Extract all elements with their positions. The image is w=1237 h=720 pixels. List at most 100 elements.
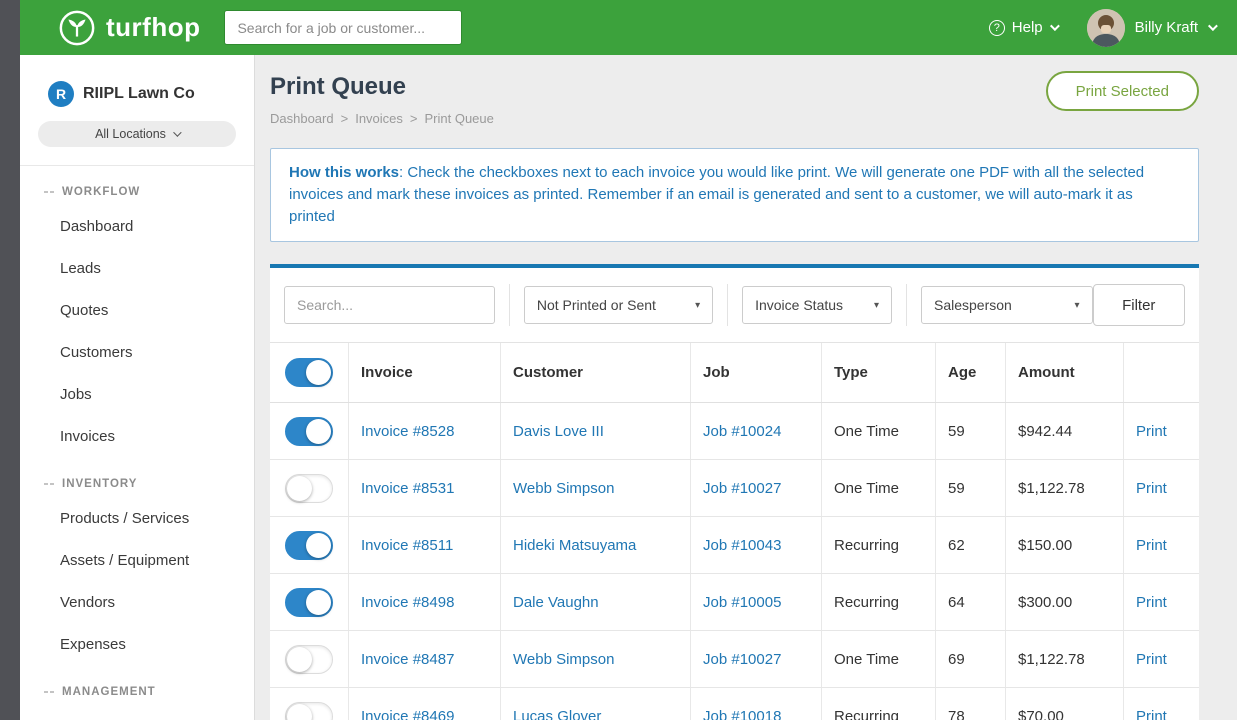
section-header-workflow: WORKFLOW (20, 166, 254, 206)
filter-separator (906, 284, 907, 326)
sidebar-item-invoices[interactable]: Invoices (20, 416, 254, 458)
location-filter-dropdown[interactable]: All Locations (38, 121, 236, 147)
amount-cell: $300.00 (1006, 574, 1124, 630)
job-link[interactable]: Job #10024 (703, 423, 781, 440)
help-circle-icon: ? (989, 20, 1005, 36)
table-row: Invoice #8487 Webb Simpson Job #10027 On… (270, 631, 1199, 688)
section-header-reports: REPORTS (20, 706, 254, 720)
amount-cell: $150.00 (1006, 517, 1124, 573)
row-select-toggle[interactable] (285, 474, 333, 503)
printed-status-value: Not Printed or Sent (537, 297, 656, 313)
amount-cell: $70.00 (1006, 688, 1124, 720)
table-header: Invoice Customer Job Type Age Amount (270, 343, 1199, 403)
help-menu[interactable]: ? Help (989, 19, 1057, 36)
table-row: Invoice #8511 Hideki Matsuyama Job #1004… (270, 517, 1199, 574)
col-customer: Customer (501, 343, 691, 402)
table-row: Invoice #8498 Dale Vaughn Job #10005 Rec… (270, 574, 1199, 631)
amount-cell: $942.44 (1006, 403, 1124, 459)
customer-link[interactable]: Lucas Glover (513, 708, 601, 720)
location-filter-label: All Locations (95, 127, 166, 141)
print-link[interactable]: Print (1136, 423, 1167, 440)
customer-link[interactable]: Hideki Matsuyama (513, 537, 636, 554)
sidebar-item-vendors[interactable]: Vendors (20, 582, 254, 624)
sidebar-item-customers[interactable]: Customers (20, 332, 254, 374)
invoice-link[interactable]: Invoice #8528 (361, 423, 454, 440)
print-queue-card: Not Printed or Sent ▾ Invoice Status ▾ S… (270, 264, 1199, 720)
caret-down-icon: ▾ (695, 300, 700, 311)
print-link[interactable]: Print (1136, 480, 1167, 497)
filter-button[interactable]: Filter (1093, 284, 1185, 326)
brand[interactable]: turfhop (58, 9, 200, 47)
invoice-link[interactable]: Invoice #8511 (361, 537, 453, 554)
table-row: Invoice #8469 Lucas Glover Job #10018 Re… (270, 688, 1199, 720)
sidebar-item-expenses[interactable]: Expenses (20, 624, 254, 666)
section-dashes-icon (44, 191, 48, 193)
print-link[interactable]: Print (1136, 594, 1167, 611)
sidebar-item-leads[interactable]: Leads (20, 248, 254, 290)
col-job: Job (691, 343, 822, 402)
invoice-link[interactable]: Invoice #8498 (361, 594, 454, 611)
job-link[interactable]: Job #10043 (703, 537, 781, 554)
brand-name: turfhop (106, 12, 200, 43)
type-cell: Recurring (822, 688, 936, 720)
invoice-link[interactable]: Invoice #8469 (361, 708, 454, 720)
type-cell: One Time (822, 460, 936, 516)
sidebar-item-jobs[interactable]: Jobs (20, 374, 254, 416)
age-cell: 69 (936, 631, 1006, 687)
sidebar-item-products-services[interactable]: Products / Services (20, 498, 254, 540)
customer-link[interactable]: Davis Love III (513, 423, 604, 440)
select-all-toggle[interactable] (285, 358, 333, 387)
row-select-toggle[interactable] (285, 645, 333, 674)
print-link[interactable]: Print (1136, 537, 1167, 554)
col-type: Type (822, 343, 936, 402)
company-switcher[interactable]: R RIIPL Lawn Co (20, 55, 254, 107)
row-select-toggle[interactable] (285, 588, 333, 617)
row-select-toggle[interactable] (285, 417, 333, 446)
print-link[interactable]: Print (1136, 651, 1167, 668)
caret-down-icon: ▾ (1075, 300, 1080, 311)
job-link[interactable]: Job #10027 (703, 480, 781, 497)
company-badge-icon: R (48, 81, 74, 107)
type-cell: One Time (822, 631, 936, 687)
salesperson-select[interactable]: Salesperson ▾ (921, 286, 1093, 324)
user-name: Billy Kraft (1135, 19, 1198, 36)
sidebar: R RIIPL Lawn Co All Locations WORKFLOW D… (20, 55, 255, 720)
chevron-down-icon (173, 128, 181, 136)
caret-down-icon: ▾ (874, 300, 879, 311)
age-cell: 64 (936, 574, 1006, 630)
info-box-text: : Check the checkboxes next to each invo… (289, 164, 1144, 225)
section-header-management: MANAGEMENT (20, 666, 254, 706)
print-selected-button[interactable]: Print Selected (1046, 71, 1199, 111)
col-amount: Amount (1006, 343, 1124, 402)
type-cell: Recurring (822, 517, 936, 573)
chevron-down-icon (1050, 21, 1060, 31)
sidebar-item-quotes[interactable]: Quotes (20, 290, 254, 332)
sidebar-item-dashboard[interactable]: Dashboard (20, 206, 254, 248)
breadcrumb-invoices[interactable]: Invoices (355, 111, 403, 126)
row-select-toggle[interactable] (285, 531, 333, 560)
global-search-input[interactable] (224, 10, 462, 45)
customer-link[interactable]: Webb Simpson (513, 651, 614, 668)
invoice-link[interactable]: Invoice #8531 (361, 480, 454, 497)
age-cell: 59 (936, 460, 1006, 516)
filter-separator (509, 284, 510, 326)
sidebar-item-assets-equipment[interactable]: Assets / Equipment (20, 540, 254, 582)
invoice-status-select[interactable]: Invoice Status ▾ (742, 286, 892, 324)
job-link[interactable]: Job #10005 (703, 594, 781, 611)
salesperson-value: Salesperson (934, 297, 1012, 313)
job-link[interactable]: Job #10027 (703, 651, 781, 668)
breadcrumb-dashboard[interactable]: Dashboard (270, 111, 334, 126)
main-content: Print Queue Dashboard > Invoices > Print… (255, 55, 1237, 720)
printed-status-select[interactable]: Not Printed or Sent ▾ (524, 286, 713, 324)
customer-link[interactable]: Dale Vaughn (513, 594, 599, 611)
amount-cell: $1,122.78 (1006, 460, 1124, 516)
invoice-link[interactable]: Invoice #8487 (361, 651, 454, 668)
print-link[interactable]: Print (1136, 708, 1167, 720)
job-link[interactable]: Job #10018 (703, 708, 781, 720)
customer-link[interactable]: Webb Simpson (513, 480, 614, 497)
row-select-toggle[interactable] (285, 702, 333, 720)
table-search-input[interactable] (284, 286, 495, 324)
col-age: Age (936, 343, 1006, 402)
user-menu[interactable]: Billy Kraft (1087, 9, 1215, 47)
chevron-down-icon (1208, 21, 1218, 31)
